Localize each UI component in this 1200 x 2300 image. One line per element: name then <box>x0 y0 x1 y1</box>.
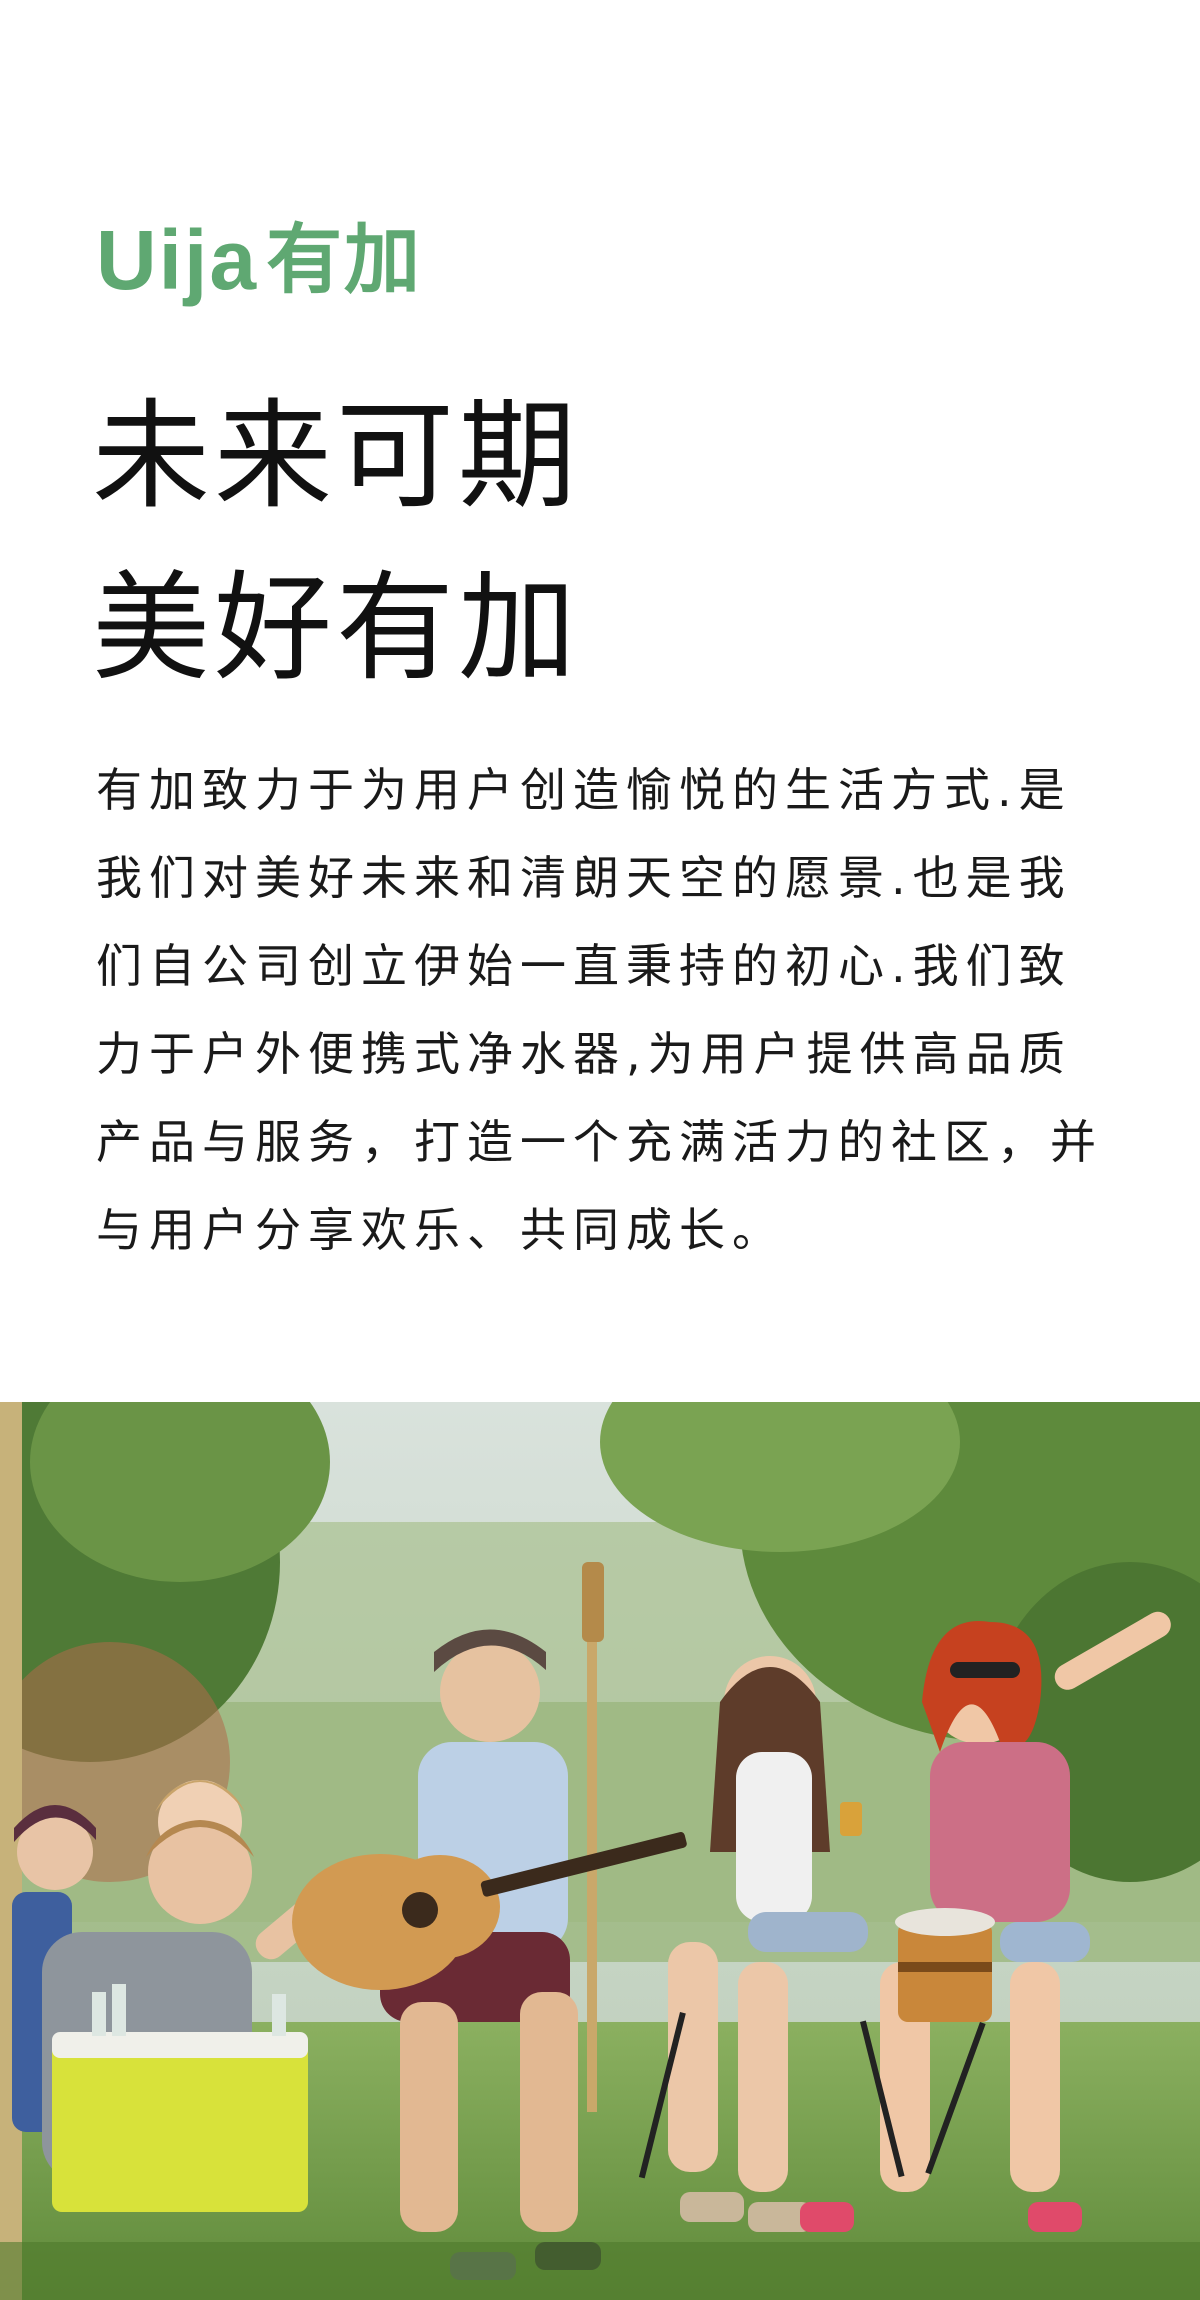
hero-photo <box>0 1402 1200 2300</box>
headline: 未来可期 美好有加 <box>92 370 580 714</box>
outdoor-music-illustration <box>0 1402 1200 2300</box>
logo-chinese: 有加 <box>266 215 423 304</box>
intro-paragraph: 有加致力于为用户创造愉悦的生活方式.是我们对美好未来和清朗天空的愿景.也是我们自… <box>96 763 1103 1257</box>
headline-line-1: 未来可期 <box>92 387 581 525</box>
logo-wordmark: Uija <box>96 213 259 307</box>
headline-line-2: 美好有加 <box>92 559 581 697</box>
brand-logo: Uija 有加 <box>96 218 422 302</box>
